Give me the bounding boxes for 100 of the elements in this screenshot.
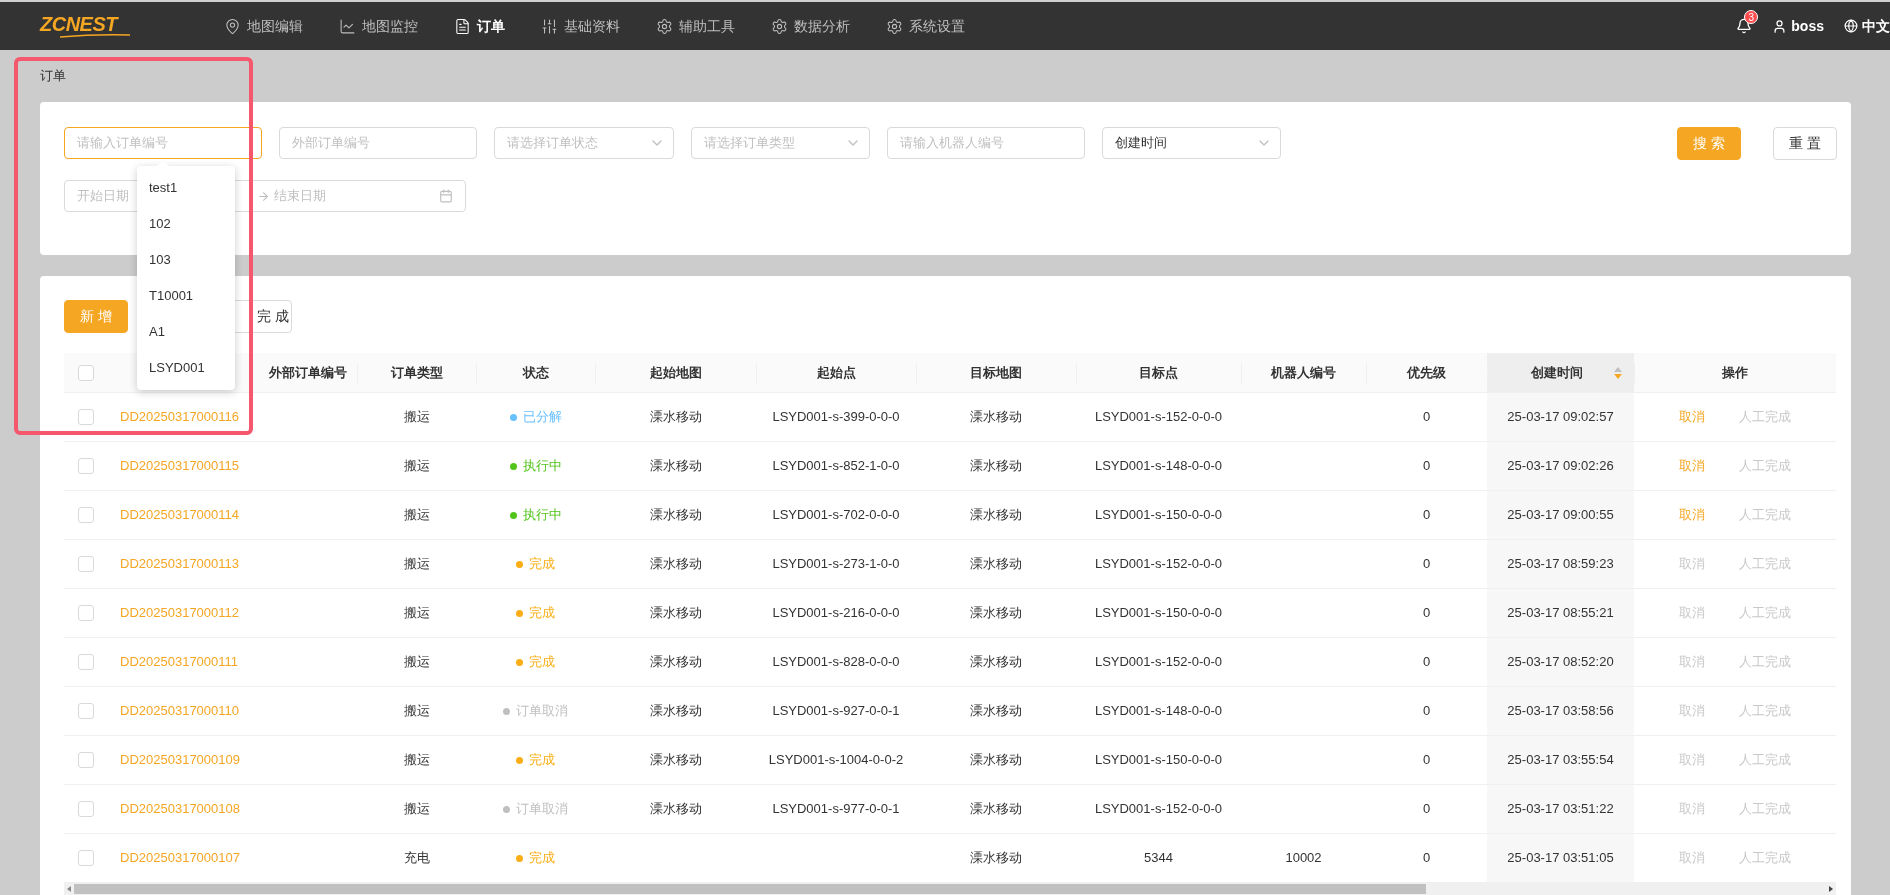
checkbox[interactable] [78,752,94,768]
table-cell-text: 25-03-17 03:51:05 [1507,849,1614,868]
order-number-link[interactable]: DD20250317000111 [120,652,239,672]
nav-tab[interactable]: 基础资料 [537,10,624,42]
table-cell-text: 搬运 [403,457,430,476]
status-label: 完成 [529,604,555,623]
table-cell-text: 0 [1422,751,1431,770]
sort-icon[interactable] [1614,366,1622,379]
table-cell-text: LSYD001-s-152-0-0-0 [1094,800,1223,819]
order-number-link[interactable]: DD20250317000116 [120,407,240,427]
table-cell-text: 0 [1422,800,1431,819]
status-label: 执行中 [522,457,562,476]
column-header: 外部订单编号 [268,363,347,382]
nav-tab[interactable]: 地图监控 [335,10,422,42]
autocomplete-option[interactable]: LSYD001 [137,350,235,386]
table-cell-text: 25-03-17 03:58:56 [1507,702,1614,721]
order-number-link[interactable]: DD20250317000107 [120,848,240,868]
action-link[interactable]: 取消 [1679,505,1705,525]
status-label: 订单取消 [516,702,568,721]
table-cell-text: LSYD001-s-152-0-0-0 [1094,653,1223,672]
table-cell-text: 溧水移动 [970,506,1022,525]
table-cell-text: 搬运 [403,702,430,721]
table-cell-text: LSYD001-s-828-0-0-0 [772,653,900,672]
table-cell-text: 溧水移动 [970,408,1022,427]
nav-tab[interactable]: 系统设置 [882,10,969,42]
checkbox[interactable] [78,801,94,817]
checkbox[interactable] [78,556,94,572]
button[interactable]: 搜 索 [1677,127,1741,160]
horizontal-scrollbar[interactable] [64,883,1836,895]
document-icon [454,17,471,35]
nav-tab[interactable]: 数据分析 [767,10,854,42]
status-label: 执行中 [522,506,562,525]
column-header: 起始点 [816,363,856,382]
select-field[interactable]: 创建时间 [1102,127,1281,159]
language-button[interactable]: 中文 [1844,15,1890,37]
table-cell-text: 5344 [1144,849,1173,868]
order-number-link[interactable]: DD20250317000112 [120,603,240,623]
table-cell-text: 搬运 [403,751,430,770]
select-field[interactable]: 请选择订单类型 [691,127,870,159]
nav-tab[interactable]: 辅助工具 [652,10,739,42]
table-cell-text: 0 [1422,702,1431,721]
input-field[interactable]: 请输入机器人编号 [887,127,1085,159]
table-cell-text: 25-03-17 08:59:23 [1507,555,1614,574]
table-cell-text: LSYD001-s-702-0-0-0 [772,506,900,525]
input-field[interactable]: 请输入订单编号 [64,127,262,159]
table-cell-text: 搬运 [403,653,430,672]
table-cell-text: 0 [1422,457,1431,476]
order-number-link[interactable]: DD20250317000108 [120,799,240,819]
table-cell-text: 溧水移动 [649,506,702,525]
table-cell-text: 0 [1422,555,1431,574]
checkbox[interactable] [78,654,94,670]
button[interactable]: 重 置 [1773,127,1837,160]
input-field[interactable]: 外部订单编号 [279,127,477,159]
table-cell-text: LSYD001-s-216-0-0-0 [772,604,900,623]
scrollbar-thumb[interactable] [74,884,1426,894]
table-cell-text: 溧水移动 [970,604,1022,623]
globe-icon [1844,19,1858,33]
table-cell-text: LSYD001-s-977-0-0-1 [772,800,900,819]
settings-icon [886,17,903,35]
checkbox[interactable] [78,507,94,523]
checkbox[interactable] [78,605,94,621]
checkbox[interactable] [78,850,94,866]
table-cell-text: 25-03-17 09:00:55 [1507,506,1614,525]
checkbox[interactable] [78,703,94,719]
table-cell-text: 溧水移动 [649,604,702,623]
select-field[interactable]: 请选择订单状态 [494,127,674,159]
status-label: 完成 [529,653,555,672]
button[interactable]: 新 增 [64,300,128,333]
autocomplete-option[interactable]: 103 [137,242,235,278]
status-label: 已分解 [522,408,562,427]
table-cell-text: 溧水移动 [970,653,1022,672]
column-header: 目标地图 [970,363,1022,382]
action-link[interactable]: 取消 [1679,407,1705,427]
table-cell-text: 搬运 [403,800,430,819]
table-cell-text: LSYD001-s-152-0-0-0 [1094,408,1223,427]
order-number-link[interactable]: DD20250317000110 [120,701,240,721]
nav-tab[interactable]: 订单 [450,10,509,42]
order-number-link[interactable]: DD20250317000114 [120,505,240,525]
table-cell-text: LSYD001-s-150-0-0-0 [1094,506,1223,525]
order-number-link[interactable]: DD20250317000115 [120,456,240,476]
logo[interactable]: ZCNEST [40,14,140,38]
checkbox[interactable] [78,458,94,474]
status-label: 完成 [529,751,555,770]
order-number-link[interactable]: DD20250317000113 [120,554,240,574]
checkbox[interactable] [78,364,94,381]
table-cell-text: 0 [1422,506,1431,525]
table-cell-text: LSYD001-s-152-0-0-0 [1094,555,1223,574]
order-number-link[interactable]: DD20250317000109 [120,750,240,770]
breadcrumb: 订单 [40,67,66,86]
table-cell-text: 溧水移动 [649,408,702,427]
table-cell-text: 搬运 [403,408,430,427]
nav-tab[interactable]: 地图编辑 [220,10,307,42]
user-icon [1772,18,1788,34]
table-cell-text: 0 [1422,849,1431,868]
table-cell-text: 溧水移动 [649,555,702,574]
table-cell-text: 10002 [1285,849,1322,868]
table-cell-text: 25-03-17 03:51:22 [1507,800,1614,819]
user-name[interactable]: boss [1791,15,1824,37]
action-link[interactable]: 取消 [1679,456,1705,476]
checkbox[interactable] [78,409,94,425]
